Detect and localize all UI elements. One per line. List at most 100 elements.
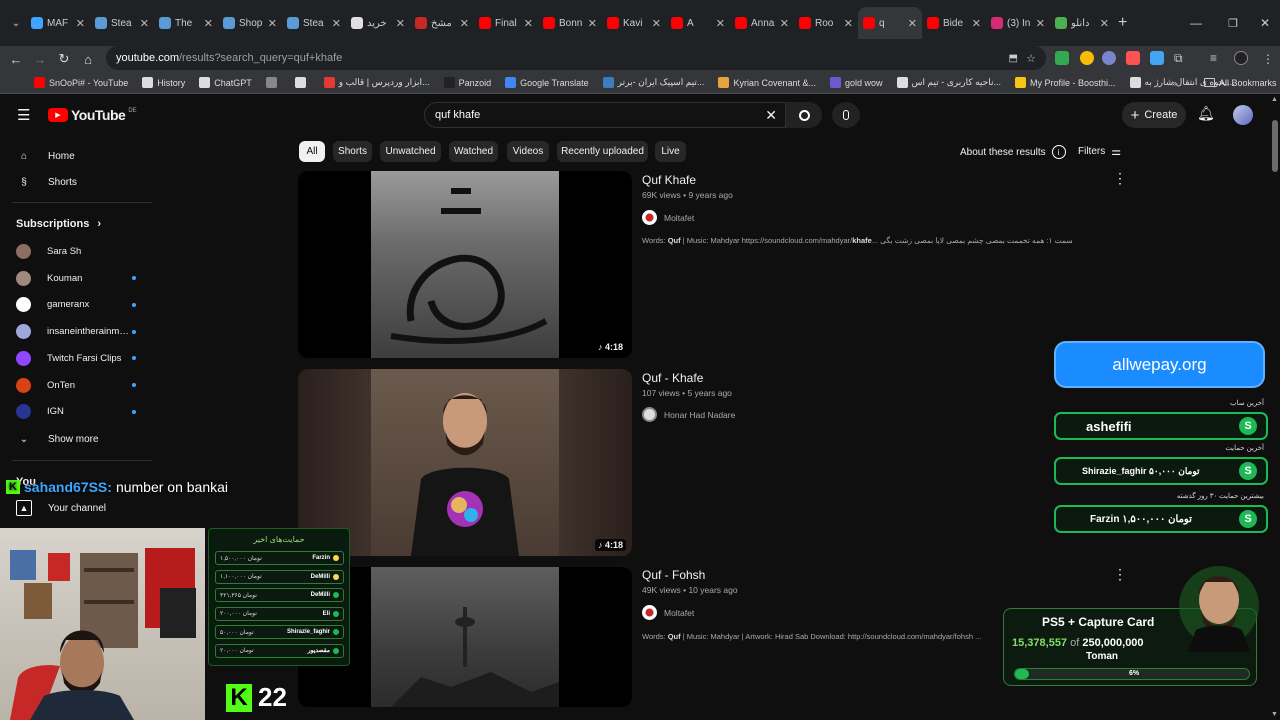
extension-icon[interactable] <box>1055 51 1069 65</box>
address-bar[interactable]: youtube.com /results?search_query=quf+kh… <box>106 46 1046 70</box>
tab-close-icon[interactable]: ✕ <box>908 17 917 30</box>
scroll-up-icon[interactable]: ▲ <box>1271 96 1278 103</box>
filter-chip[interactable]: Unwatched <box>380 141 441 162</box>
browser-menu-icon[interactable]: ⋮ <box>1262 52 1274 66</box>
tab-close-icon[interactable]: ✕ <box>204 17 213 30</box>
browser-tab[interactable]: Roo ✕ <box>794 7 858 39</box>
extension-icon[interactable] <box>1080 51 1094 65</box>
tab-close-icon[interactable]: ✕ <box>332 17 341 30</box>
restore-icon[interactable]: ❐ <box>1228 17 1238 30</box>
browser-tab[interactable]: The ✕ <box>154 7 218 39</box>
extension-icon[interactable] <box>1126 51 1140 65</box>
browser-tab[interactable]: Final ✕ <box>474 7 538 39</box>
bookmark-item[interactable]: Google Translate <box>505 77 589 88</box>
tab-close-icon[interactable]: ✕ <box>844 17 853 30</box>
tab-close-icon[interactable]: ✕ <box>652 17 661 30</box>
window-close-icon[interactable]: ✕ <box>1260 16 1270 30</box>
browser-tab[interactable]: دانلو ✕ <box>1050 7 1114 39</box>
bookmark-item[interactable]: gold wow <box>829 77 883 88</box>
filter-chip[interactable]: Shorts <box>333 141 372 162</box>
video-title[interactable]: Quf - Fohsh <box>642 568 705 582</box>
channel-link[interactable]: Honar Had Nadare <box>642 407 735 422</box>
browser-tab[interactable]: q ✕ <box>858 7 922 39</box>
tab-close-icon[interactable]: ✕ <box>1036 17 1045 30</box>
browser-tab[interactable]: A ✕ <box>666 7 730 39</box>
tab-close-icon[interactable]: ✕ <box>588 17 597 30</box>
clear-search-icon[interactable]: ✕ <box>765 107 777 124</box>
video-thumbnail[interactable]: ♪ 4:18 <box>298 171 632 358</box>
bookmark-item[interactable]: Kyrian Covenant &... <box>718 77 816 88</box>
filter-chip[interactable]: Live <box>655 141 686 162</box>
scroll-down-icon[interactable]: ▼ <box>1271 711 1278 718</box>
filter-chip[interactable]: All <box>299 141 325 162</box>
profile-icon[interactable] <box>1234 51 1248 65</box>
sidebar-item-home[interactable]: ⌂ Home <box>16 148 146 164</box>
tab-close-icon[interactable]: ✕ <box>460 17 469 30</box>
bookmarks-overflow-icon[interactable]: » <box>1172 78 1177 88</box>
subscription-item[interactable]: Sara Sh <box>16 244 136 259</box>
tab-close-icon[interactable]: ✕ <box>76 17 85 30</box>
bookmark-item[interactable]: History <box>142 77 185 88</box>
browser-tab[interactable]: Anna ✕ <box>730 7 794 39</box>
sidebar-item-shorts[interactable]: § Shorts <box>16 174 146 190</box>
browser-tab[interactable]: مشخ ✕ <box>410 7 474 39</box>
bookmark-item[interactable]: ابزار وردپرس | قالب و... <box>323 77 430 88</box>
bookmark-item[interactable]: SnOoPi# - YouTube <box>34 77 128 88</box>
sidebar-item-your-channel[interactable]: ▲ Your channel <box>16 500 146 516</box>
home-browser-icon[interactable]: ⌂ <box>76 52 100 67</box>
browser-tab[interactable]: خرید ✕ <box>346 7 410 39</box>
tab-close-icon[interactable]: ✕ <box>972 17 981 30</box>
extension-icon[interactable] <box>1150 51 1164 65</box>
more-options-icon[interactable]: ⋮ <box>1113 566 1127 583</box>
browser-tab[interactable]: Bide ✕ <box>922 7 986 39</box>
more-options-icon[interactable]: ⋮ <box>1113 170 1127 187</box>
video-title[interactable]: Quf - Khafe <box>642 371 703 385</box>
video-title[interactable]: Quf Khafe <box>642 173 696 187</box>
back-icon[interactable]: ← <box>4 52 28 67</box>
bookmark-star-icon[interactable]: ☆ <box>1026 52 1036 65</box>
tab-close-icon[interactable]: ✕ <box>396 17 405 30</box>
tab-search-icon[interactable]: ⌄ <box>6 18 26 29</box>
tab-close-icon[interactable]: ✕ <box>268 17 277 30</box>
voice-search-button[interactable] <box>832 102 860 128</box>
filters-button[interactable]: Filters ⚌ <box>1078 145 1121 158</box>
reload-icon[interactable]: ↻ <box>52 51 76 67</box>
bookmark-item[interactable]: تیم اسپیک ایران -برتر... <box>602 77 704 88</box>
subscription-item[interactable]: Twitch Farsi Clips <box>16 350 136 366</box>
subscription-item[interactable]: IGN <box>16 404 136 420</box>
tab-close-icon[interactable]: ✕ <box>524 17 533 30</box>
subscription-item[interactable]: insaneintherainmus... <box>16 324 136 340</box>
subscription-item[interactable]: OnTen <box>16 377 136 393</box>
create-button[interactable]: + Create <box>1122 102 1186 128</box>
extension-icon[interactable] <box>1102 51 1116 65</box>
forward-icon[interactable]: → <box>28 52 52 67</box>
search-box[interactable]: quf khafe ✕ <box>424 102 786 128</box>
bookmark-item[interactable]: ناحیه کاربری - تیم اس... <box>896 77 1001 88</box>
browser-tab[interactable]: MAF ✕ <box>26 7 90 39</box>
tab-close-icon[interactable]: ✕ <box>780 17 789 30</box>
browser-tab[interactable]: Stea ✕ <box>90 7 154 39</box>
bookmark-item[interactable]: My Profile - Boosthi... <box>1014 77 1116 88</box>
subscriptions-header[interactable]: Subscriptions › <box>16 218 101 230</box>
youtube-logo[interactable]: ▶ YouTube DE <box>48 107 137 123</box>
tab-close-icon[interactable]: ✕ <box>140 17 149 30</box>
bookmark-item[interactable] <box>265 77 281 88</box>
search-input[interactable]: quf khafe <box>435 109 480 121</box>
install-icon[interactable]: ⬒ <box>1009 53 1018 64</box>
browser-tab[interactable]: Bonn ✕ <box>538 7 602 39</box>
new-tab-button[interactable]: + <box>1118 14 1127 32</box>
bookmark-item[interactable] <box>294 77 310 88</box>
channel-link[interactable]: Moltafet <box>642 605 694 620</box>
show-more-button[interactable]: ⌄ Show more <box>16 431 146 447</box>
notifications-bell-icon[interactable]: 🔔︎ <box>1197 105 1215 122</box>
search-button[interactable] <box>786 102 822 128</box>
minimize-icon[interactable]: — <box>1190 16 1202 30</box>
browser-tab[interactable]: (3) In ✕ <box>986 7 1050 39</box>
media-icon[interactable]: ≡ <box>1210 51 1224 65</box>
filter-chip[interactable]: Videos <box>507 141 549 162</box>
all-bookmarks[interactable]: All Bookmarks <box>1204 78 1277 88</box>
tab-close-icon[interactable]: ✕ <box>1100 17 1109 30</box>
scrollbar-track[interactable]: ▲ ▼ <box>1270 94 1280 720</box>
browser-tab[interactable]: Stea ✕ <box>282 7 346 39</box>
browser-tab[interactable]: Kavi ✕ <box>602 7 666 39</box>
